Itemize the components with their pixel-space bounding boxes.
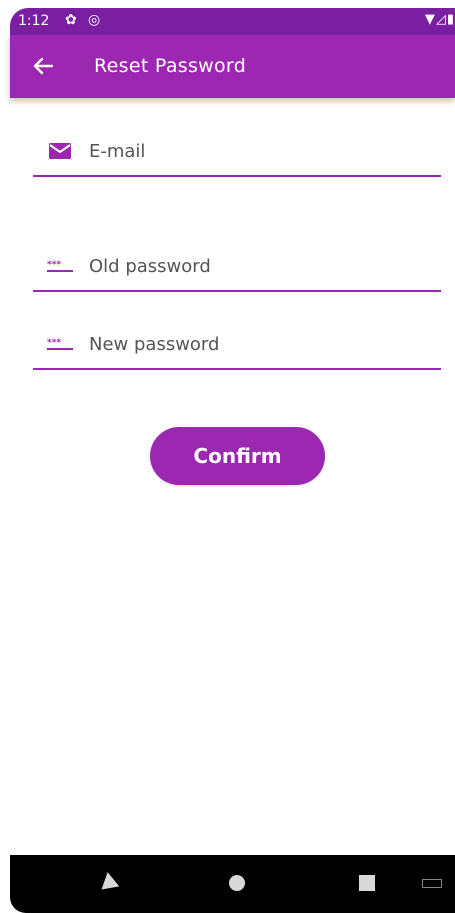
signal-icon: ◿ [435, 12, 447, 27]
password-icon: *** [47, 256, 73, 276]
arrow-back-icon [33, 57, 53, 75]
back-triangle-icon[interactable] [98, 870, 120, 890]
wifi-icon: ▼ [424, 12, 436, 27]
new-password-field: *** [33, 320, 441, 370]
home-circle-icon[interactable] [229, 875, 245, 891]
recents-square-icon[interactable] [359, 875, 375, 891]
back-button[interactable] [28, 51, 58, 81]
status-time: 1:12 [18, 13, 50, 29]
app-bar: Reset Password [10, 35, 455, 98]
email-field [33, 127, 441, 177]
reset-password-screen: 1:12 ✿ ◎ ▼◿▮ Reset Password *** [0, 0, 455, 913]
status-bar: 1:12 ✿ ◎ ▼◿▮ [10, 8, 455, 35]
sync-icon: ◎ [88, 12, 101, 28]
gear-icon: ✿ [65, 12, 77, 28]
svg-text:***: *** [47, 338, 61, 348]
email-input[interactable] [89, 137, 429, 165]
old-password-input[interactable] [89, 252, 429, 280]
old-password-field: *** [33, 242, 441, 292]
svg-text:***: *** [47, 260, 61, 270]
keyboard-icon[interactable] [422, 879, 442, 888]
page-title: Reset Password [94, 55, 247, 77]
password-icon: *** [47, 334, 73, 354]
system-nav-bar [10, 855, 455, 913]
confirm-button[interactable]: Confirm [150, 427, 325, 485]
status-indicators: ▼◿▮ [425, 12, 455, 27]
battery-icon: ▮ [446, 12, 455, 27]
new-password-input[interactable] [89, 330, 429, 358]
mail-icon [47, 141, 73, 161]
